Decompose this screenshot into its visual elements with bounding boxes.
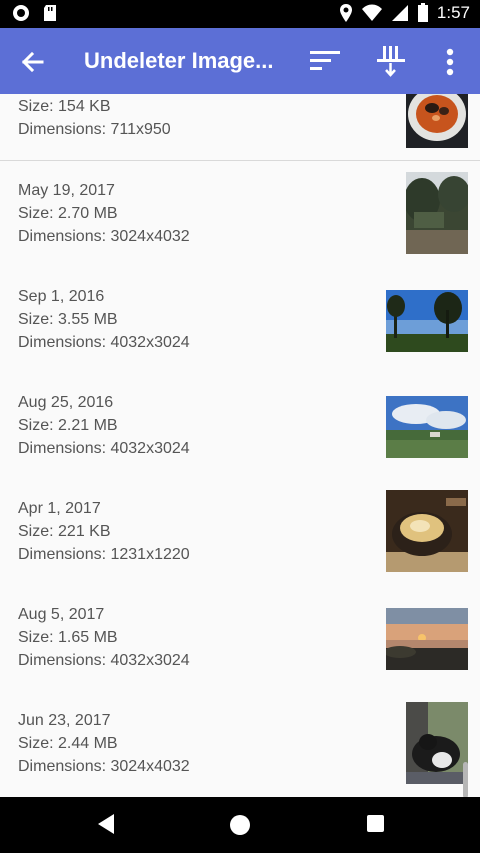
- nav-home-icon[interactable]: [230, 815, 250, 835]
- item-dimensions: Dimensions: 3024x4032: [18, 758, 190, 775]
- scrollbar-thumb[interactable]: [463, 762, 468, 798]
- battery-icon: [417, 3, 428, 22]
- list-item[interactable]: Size: 154 KB Dimensions: 711x950: [0, 94, 480, 161]
- app-bar: Undeleter Image...: [0, 28, 480, 94]
- item-date: Jun 23, 2017: [18, 712, 111, 729]
- item-size: Size: 2.70 MB: [18, 205, 118, 222]
- thumbnail-image: [406, 94, 468, 148]
- thumbnail-image: [406, 702, 468, 784]
- item-date: Sep 1, 2016: [18, 288, 105, 305]
- item-size: Size: 2.44 MB: [18, 735, 118, 752]
- thumbnail-image: [386, 608, 468, 670]
- item-dimensions: Dimensions: 4032x3024: [18, 440, 190, 457]
- image-list: Size: 154 KB Dimensions: 711x950 May 19,…: [0, 94, 480, 797]
- page-title: Undeleter Image...: [84, 48, 274, 73]
- app-notification-icon: [13, 5, 29, 21]
- item-date: Aug 25, 2016: [18, 394, 114, 411]
- thumbnail-image: [386, 396, 468, 458]
- status-time: 1:57: [436, 3, 470, 22]
- item-date: May 19, 2017: [18, 182, 115, 199]
- signal-icon: [391, 5, 408, 21]
- sort-icon[interactable]: [308, 48, 342, 74]
- back-arrow-icon[interactable]: [16, 46, 48, 78]
- item-date: Aug 5, 2017: [18, 606, 105, 623]
- item-dimensions: Dimensions: 4032x3024: [18, 334, 190, 351]
- nav-back-icon[interactable]: [96, 813, 116, 835]
- item-size: Size: 1.65 MB: [18, 629, 118, 646]
- list-item[interactable]: Aug 25, 2016 Size: 2.21 MB Dimensions: 4…: [0, 374, 480, 481]
- list-item[interactable]: Sep 1, 2016 Size: 3.55 MB Dimensions: 40…: [0, 268, 480, 375]
- thumbnail-image: [406, 172, 468, 254]
- item-size: Size: 3.55 MB: [18, 311, 118, 328]
- thumbnail-image: [386, 290, 468, 352]
- item-size: Size: 221 KB: [18, 523, 111, 540]
- item-date: Apr 1, 2017: [18, 500, 101, 517]
- nav-recents-icon[interactable]: [367, 815, 384, 832]
- list-item[interactable]: May 19, 2017 Size: 2.70 MB Dimensions: 3…: [0, 162, 480, 269]
- list-item[interactable]: Apr 1, 2017 Size: 221 KB Dimensions: 123…: [0, 480, 480, 587]
- list-item[interactable]: Jun 23, 2017 Size: 2.44 MB Dimensions: 3…: [0, 692, 480, 797]
- system-navigation-bar: [0, 797, 480, 853]
- status-bar: 1:57: [0, 0, 480, 28]
- wifi-icon: [361, 4, 382, 21]
- item-size: Size: 2.21 MB: [18, 417, 118, 434]
- item-dimensions: Dimensions: 4032x3024: [18, 652, 190, 669]
- more-options-icon[interactable]: [440, 46, 460, 78]
- thumbnail-image: [386, 490, 468, 572]
- location-icon: [339, 4, 352, 22]
- item-dimensions: Dimensions: 3024x4032: [18, 228, 190, 245]
- recover-tool-icon[interactable]: [374, 44, 408, 78]
- item-dimensions: Dimensions: 1231x1220: [18, 546, 190, 563]
- list-item[interactable]: Aug 5, 2017 Size: 1.65 MB Dimensions: 40…: [0, 586, 480, 693]
- sd-card-icon: [44, 5, 56, 21]
- item-dimensions: Dimensions: 711x950: [18, 121, 171, 138]
- item-size: Size: 154 KB: [18, 98, 111, 115]
